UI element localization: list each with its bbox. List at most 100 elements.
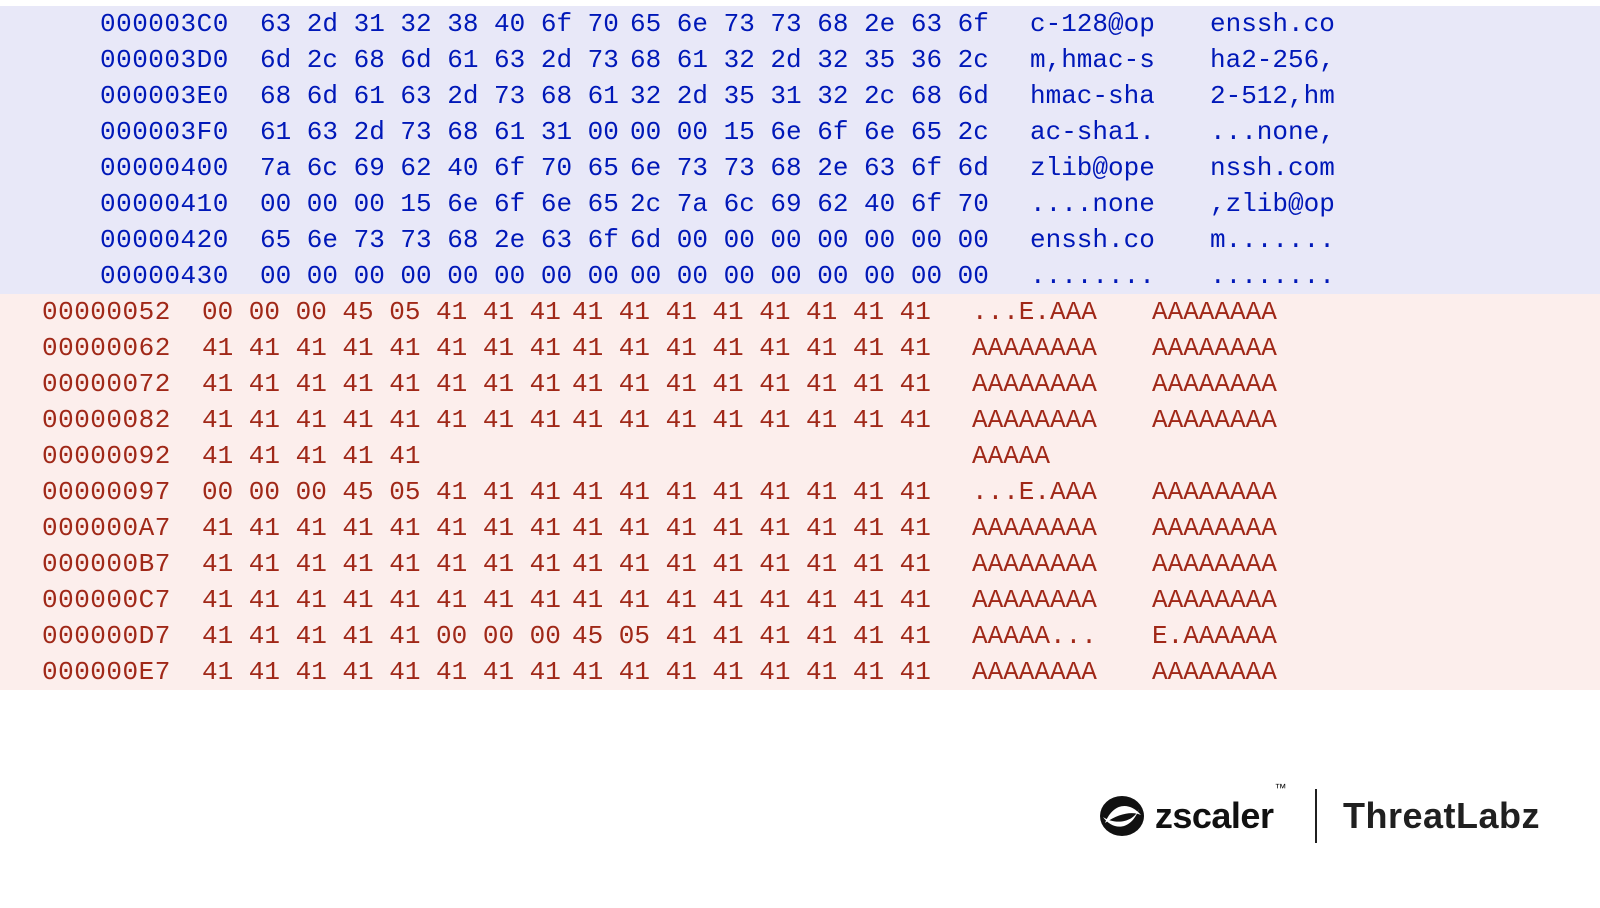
offset: 000000D7: [42, 618, 202, 654]
hex-bytes-2: 32 2d 35 31 32 2c 68 6d: [630, 78, 1030, 114]
hex-bytes-2: 41 41 41 41 41 41 41 41: [572, 294, 972, 330]
ascii-2: AAAAAAAA: [1152, 510, 1277, 546]
ascii-2: ,zlib@op: [1210, 186, 1335, 222]
offset: 00000400: [100, 150, 260, 186]
offset: 000000A7: [42, 510, 202, 546]
ascii-1: ...E.AAA: [972, 474, 1152, 510]
zscaler-logo: zscaler™: [1099, 789, 1317, 843]
offset: 000003C0: [100, 6, 260, 42]
ascii-1: AAAAAAAA: [972, 330, 1152, 366]
ascii-1: ac-sha1.: [1030, 114, 1210, 150]
hex-bytes-1: 41 41 41 41 41 00 00 00: [202, 618, 572, 654]
ascii-2: 2-512,hm: [1210, 78, 1335, 114]
hex-bytes-2: 41 41 41 41 41 41 41 41: [572, 510, 972, 546]
hex-bytes-1: 41 41 41 41 41 41 41 41: [202, 582, 572, 618]
ascii-1: enssh.co: [1030, 222, 1210, 258]
ascii-1: AAAAA...: [972, 618, 1152, 654]
hex-bytes-2: 6d 00 00 00 00 00 00 00: [630, 222, 1030, 258]
hexdump-row: 000004007a 6c 69 62 40 6f 70 656e 73 73 …: [0, 150, 1600, 186]
ascii-1: AAAAAAAA: [972, 582, 1152, 618]
ascii-2: AAAAAAAA: [1152, 294, 1277, 330]
offset: 000003E0: [100, 78, 260, 114]
hex-bytes-1: 41 41 41 41 41 41 41 41: [202, 366, 572, 402]
ascii-1: AAAAAAAA: [972, 510, 1152, 546]
hex-bytes-1: 61 63 2d 73 68 61 31 00: [260, 114, 630, 150]
offset: 00000082: [42, 402, 202, 438]
ascii-1: AAAAAAAA: [972, 546, 1152, 582]
ascii-1: ........: [1030, 258, 1210, 294]
threatlabz-text: ThreatLabz: [1317, 795, 1540, 837]
hexdump-row: 000000B741 41 41 41 41 41 41 4141 41 41 …: [0, 546, 1600, 582]
ascii-2: ...none,: [1210, 114, 1335, 150]
ascii-2: AAAAAAAA: [1152, 366, 1277, 402]
ascii-1: c-128@op: [1030, 6, 1210, 42]
hex-bytes-1: 63 2d 31 32 38 40 6f 70: [260, 6, 630, 42]
hexdump-row: 000000E741 41 41 41 41 41 41 4141 41 41 …: [0, 654, 1600, 690]
ascii-2: nssh.com: [1210, 150, 1335, 186]
ascii-1: AAAAAAAA: [972, 402, 1152, 438]
hexdump-row: 000000A741 41 41 41 41 41 41 4141 41 41 …: [0, 510, 1600, 546]
offset: 00000062: [42, 330, 202, 366]
offset: 00000420: [100, 222, 260, 258]
hexdump-row: 000000C741 41 41 41 41 41 41 4141 41 41 …: [0, 582, 1600, 618]
offset: 00000072: [42, 366, 202, 402]
ascii-2: AAAAAAAA: [1152, 330, 1277, 366]
footer-branding: zscaler™ ThreatLabz: [1099, 789, 1540, 843]
ascii-1: m,hmac-s: [1030, 42, 1210, 78]
ascii-2: ha2-256,: [1210, 42, 1335, 78]
offset: 000000B7: [42, 546, 202, 582]
ascii-2: m.......: [1210, 222, 1335, 258]
trademark-symbol: ™: [1274, 781, 1286, 795]
ascii-2: AAAAAAAA: [1152, 654, 1277, 690]
hexdump-row: 0000009241 41 41 41 41AAAAA: [0, 438, 1600, 474]
ascii-2: AAAAAAAA: [1152, 474, 1277, 510]
hex-bytes-2: 41 41 41 41 41 41 41 41: [572, 474, 972, 510]
hex-bytes-2: 41 41 41 41 41 41 41 41: [572, 366, 972, 402]
hexdump-block: 000003C063 2d 31 32 38 40 6f 7065 6e 73 …: [0, 0, 1600, 690]
hexdump-row: 0000041000 00 00 15 6e 6f 6e 652c 7a 6c …: [0, 186, 1600, 222]
hexdump-row: 0000042065 6e 73 73 68 2e 63 6f6d 00 00 …: [0, 222, 1600, 258]
hex-bytes-1: 41 41 41 41 41 41 41 41: [202, 402, 572, 438]
hexdump-row: 000000D741 41 41 41 41 00 00 0045 05 41 …: [0, 618, 1600, 654]
hex-bytes-2: 41 41 41 41 41 41 41 41: [572, 546, 972, 582]
hex-bytes-2: 65 6e 73 73 68 2e 63 6f: [630, 6, 1030, 42]
zscaler-text: zscaler™: [1155, 795, 1285, 837]
hexdump-row: 000003F061 63 2d 73 68 61 31 0000 00 15 …: [0, 114, 1600, 150]
offset: 000003F0: [100, 114, 260, 150]
hex-bytes-1: 68 6d 61 63 2d 73 68 61: [260, 78, 630, 114]
hex-bytes-1: 00 00 00 00 00 00 00 00: [260, 258, 630, 294]
ascii-2: ........: [1210, 258, 1335, 294]
offset: 00000092: [42, 438, 202, 474]
hex-bytes-2: 41 41 41 41 41 41 41 41: [572, 330, 972, 366]
offset: 000003D0: [100, 42, 260, 78]
hex-bytes-1: 00 00 00 15 6e 6f 6e 65: [260, 186, 630, 222]
offset: 00000430: [100, 258, 260, 294]
ascii-1: AAAAAAAA: [972, 654, 1152, 690]
ascii-2: AAAAAAAA: [1152, 402, 1277, 438]
hex-bytes-1: 41 41 41 41 41 41 41 41: [202, 510, 572, 546]
hex-bytes-2: 41 41 41 41 41 41 41 41: [572, 582, 972, 618]
ascii-2: E.AAAAAA: [1152, 618, 1277, 654]
ascii-1: ...E.AAA: [972, 294, 1152, 330]
hex-bytes-1: 41 41 41 41 41: [202, 438, 572, 474]
offset: 00000410: [100, 186, 260, 222]
hex-bytes-2: 45 05 41 41 41 41 41 41: [572, 618, 972, 654]
offset: 000000C7: [42, 582, 202, 618]
hexdump-row: 0000009700 00 00 45 05 41 41 4141 41 41 …: [0, 474, 1600, 510]
hex-bytes-2: 68 61 32 2d 32 35 36 2c: [630, 42, 1030, 78]
hex-bytes-2: 41 41 41 41 41 41 41 41: [572, 654, 972, 690]
hex-bytes-1: 41 41 41 41 41 41 41 41: [202, 546, 572, 582]
hexdump-row: 0000005200 00 00 45 05 41 41 4141 41 41 …: [0, 294, 1600, 330]
hex-bytes-2: 00 00 15 6e 6f 6e 65 2c: [630, 114, 1030, 150]
ascii-2: AAAAAAAA: [1152, 582, 1277, 618]
zscaler-icon: [1099, 793, 1145, 839]
offset: 00000052: [42, 294, 202, 330]
hex-bytes-2: 00 00 00 00 00 00 00 00: [630, 258, 1030, 294]
hex-bytes-1: 6d 2c 68 6d 61 63 2d 73: [260, 42, 630, 78]
hex-bytes-2: 2c 7a 6c 69 62 40 6f 70: [630, 186, 1030, 222]
hexdump-row: 000003C063 2d 31 32 38 40 6f 7065 6e 73 …: [0, 6, 1600, 42]
hex-bytes-1: 7a 6c 69 62 40 6f 70 65: [260, 150, 630, 186]
ascii-1: zlib@ope: [1030, 150, 1210, 186]
ascii-1: AAAAAAAA: [972, 366, 1152, 402]
hex-bytes-2: 41 41 41 41 41 41 41 41: [572, 402, 972, 438]
